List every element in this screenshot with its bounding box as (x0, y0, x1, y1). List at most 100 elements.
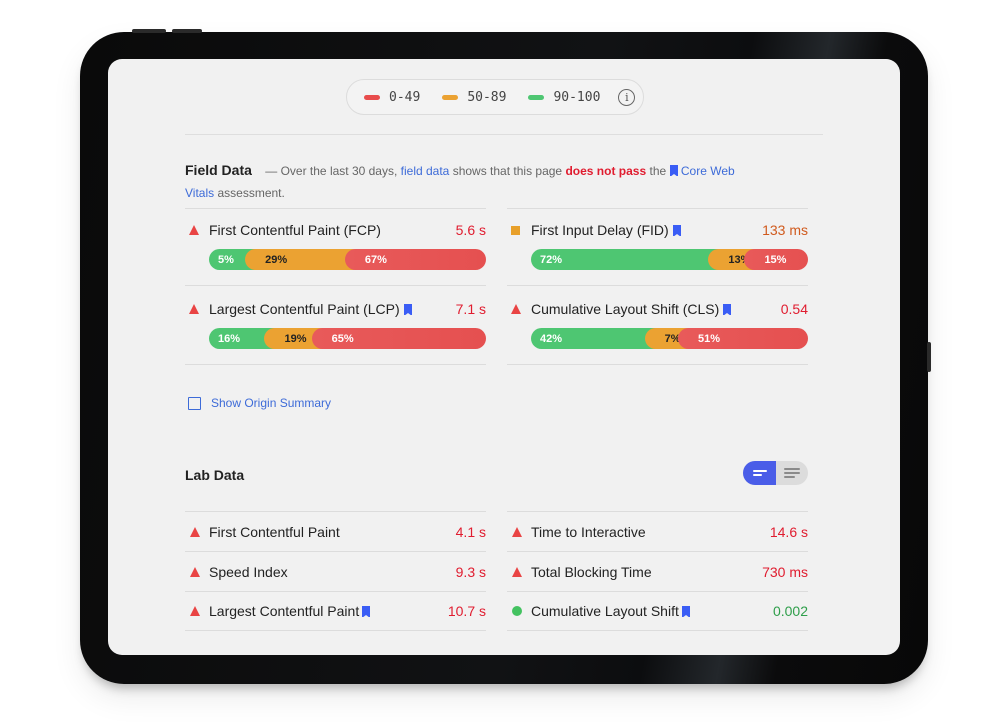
distribution-bar: 5% 29% 67% (209, 249, 486, 270)
metric-value: 10.7 s (447, 603, 486, 619)
poor-triangle-icon (512, 566, 522, 577)
lab-metric-fcp: First Contentful Paint 4.1 s (185, 511, 486, 551)
metric-value: 7.1 s (455, 301, 486, 317)
info-icon[interactable]: i (618, 88, 636, 106)
bookmark-icon[interactable] (672, 224, 681, 237)
metric-value: 9.3 s (455, 563, 486, 580)
metric-value: 133 ms (762, 222, 808, 238)
metric-value: 0.002 (772, 603, 808, 619)
field-data-desc: shows that this page (452, 164, 563, 178)
distribution-bar: 16% 19% 65% (209, 328, 486, 349)
legend-item-poor: 0-49 (364, 90, 420, 105)
field-metric-cls: Cumulative Layout Shift (CLS) 0.54 42% 7… (507, 287, 808, 365)
score-legend: 0-49 50-89 90-100 i (346, 79, 644, 115)
metric-name: Speed Index (209, 563, 288, 580)
metric-name: Cumulative Layout Shift (531, 603, 773, 619)
segment-poor: 51% (677, 328, 808, 349)
field-data-link[interactable]: field data (401, 164, 450, 178)
legend-item-good: 90-100 (528, 90, 600, 105)
distribution-bar: 42% 7% 51% (531, 328, 808, 349)
legend-swatch-good (528, 94, 545, 100)
divider (507, 208, 808, 209)
divider (507, 364, 808, 365)
device-button (927, 342, 931, 372)
info-glyph: i (625, 90, 629, 104)
divider (185, 285, 486, 286)
tablet-frame: 0-49 50-89 90-100 i Field Data — Over th… (80, 29, 931, 684)
segment-poor: 15% (744, 249, 808, 270)
metric-name: Cumulative Layout Shift (CLS) (531, 301, 781, 317)
origin-summary-checkbox[interactable] (188, 396, 201, 410)
metric-name: Largest Contentful Paint (209, 603, 448, 619)
segment-poor: 65% (311, 328, 486, 349)
poor-triangle-icon (190, 526, 200, 537)
legend-item-average: 50-89 (442, 90, 506, 105)
field-metric-lcp: Largest Contentful Paint (LCP) 7.1 s 16%… (185, 287, 486, 365)
lab-metrics-left: First Contentful Paint 4.1 s Speed Index… (185, 511, 486, 631)
detailed-list-icon (784, 468, 800, 478)
device-button (172, 29, 202, 33)
bookmark-icon[interactable] (723, 303, 732, 316)
assessment-result: does not pass (565, 164, 647, 178)
metric-name: Time to Interactive (531, 523, 646, 540)
field-data-title: Field Data (185, 162, 252, 178)
legend-swatch-poor (364, 94, 380, 100)
origin-summary-label[interactable]: Show Origin Summary (211, 396, 331, 410)
field-data-desc: — Over the last 30 days, (265, 164, 398, 178)
bookmark-icon[interactable] (403, 303, 412, 316)
metric-value: 4.1 s (455, 523, 486, 540)
divider (185, 364, 486, 365)
field-data-desc: the (649, 164, 667, 178)
poor-triangle-icon (189, 225, 199, 235)
divider (507, 285, 808, 286)
legend-label: 0-49 (389, 89, 421, 105)
screen: 0-49 50-89 90-100 i Field Data — Over th… (108, 59, 900, 655)
poor-triangle-icon (511, 304, 521, 314)
segment-good: 42% (531, 328, 656, 349)
bookmark-icon[interactable] (681, 605, 690, 618)
poor-triangle-icon (512, 526, 522, 537)
legend-swatch-average (442, 94, 459, 100)
poor-triangle-icon (190, 566, 200, 577)
lab-data-title: Lab Data (185, 467, 245, 483)
metric-name: First Contentful Paint (FCP) (209, 222, 381, 238)
view-toggle[interactable] (743, 461, 808, 485)
legend-label: 90-100 (553, 89, 601, 105)
average-square-icon (511, 225, 520, 235)
divider (185, 134, 823, 135)
good-circle-icon (512, 606, 522, 616)
lab-metric-speed-index: Speed Index 9.3 s (185, 551, 486, 591)
lab-metric-tti: Time to Interactive 14.6 s (507, 511, 808, 551)
segment-poor: 67% (344, 249, 486, 270)
compact-list-icon (752, 470, 767, 476)
metric-value: 0.54 (780, 301, 808, 317)
metric-name: Largest Contentful Paint (LCP) (209, 301, 456, 317)
field-data-header: Field Data — Over the last 30 days, fiel… (185, 159, 745, 204)
poor-triangle-icon (190, 606, 200, 616)
metric-name: Total Blocking Time (531, 563, 652, 580)
compact-view-button[interactable] (743, 461, 776, 485)
device-button (132, 29, 166, 33)
segment-needs-improvement: 29% (245, 249, 356, 270)
bookmark-icon[interactable] (362, 605, 371, 618)
bookmark-icon (669, 165, 678, 177)
expanded-view-button[interactable] (776, 461, 808, 485)
legend-label: 50-89 (467, 89, 507, 105)
lab-metric-lcp: Largest Contentful Paint 10.7 s (185, 591, 486, 631)
segment-good: 72% (531, 249, 720, 270)
distribution-bar: 72% 13% 15% (531, 249, 808, 270)
field-metric-fcp: First Contentful Paint (FCP) 5.6 s 5% 29… (185, 208, 486, 286)
show-origin-summary[interactable]: Show Origin Summary (188, 396, 331, 410)
field-metric-fid: First Input Delay (FID) 133 ms 72% 13% 1… (507, 208, 808, 286)
lab-metrics-right: Time to Interactive 14.6 s Total Blockin… (507, 511, 808, 631)
metric-value: 5.6 s (455, 222, 486, 238)
metric-name: First Contentful Paint (209, 523, 340, 540)
metric-value: 730 ms (762, 563, 808, 580)
lab-metric-cls: Cumulative Layout Shift 0.002 (507, 591, 808, 631)
poor-triangle-icon (189, 304, 199, 314)
metric-value: 14.6 s (769, 523, 808, 540)
divider (185, 208, 486, 209)
field-data-desc: assessment. (217, 186, 285, 200)
lab-metric-tbt: Total Blocking Time 730 ms (507, 551, 808, 591)
metric-name: First Input Delay (FID) (531, 222, 762, 238)
